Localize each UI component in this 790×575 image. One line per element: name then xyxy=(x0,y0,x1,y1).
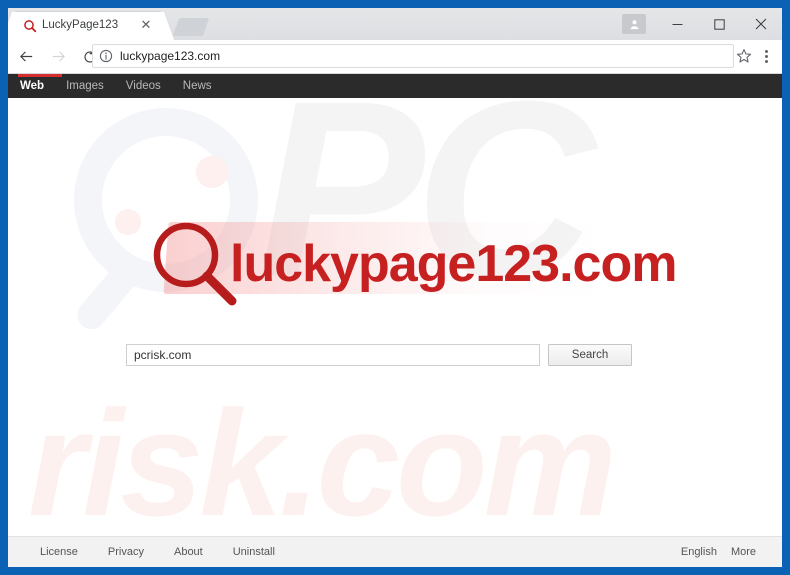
minimize-button[interactable] xyxy=(656,8,698,40)
footer-link-license[interactable]: License xyxy=(40,546,78,558)
profile-icon[interactable] xyxy=(622,14,646,34)
footer-right-links: English More xyxy=(667,546,782,558)
forward-arrow-icon xyxy=(44,43,72,71)
back-arrow-icon[interactable] xyxy=(12,43,40,71)
footer-link-privacy[interactable]: Privacy xyxy=(108,546,144,558)
nav-item-web[interactable]: Web xyxy=(20,74,44,98)
watermark-risk-text: risk.com xyxy=(28,379,617,547)
nav-item-videos[interactable]: Videos xyxy=(126,74,161,98)
page-content: Web Images Videos News PC risk.com lucky… xyxy=(8,74,782,567)
tab-close-icon[interactable]: ✕ xyxy=(139,18,153,32)
window-controls xyxy=(622,8,782,40)
browser-window-frame: LuckyPage123 ✕ luckypage123.com Web Imag… xyxy=(0,0,790,575)
info-circle-icon[interactable] xyxy=(99,49,113,63)
three-dot-menu-icon[interactable] xyxy=(756,45,776,67)
magnifier-icon xyxy=(148,217,240,309)
tab-strip: LuckyPage123 ✕ xyxy=(8,8,782,40)
menu-dot xyxy=(764,54,768,58)
footer-left-links: License Privacy About Uninstall xyxy=(8,546,305,558)
search-input[interactable] xyxy=(126,344,540,366)
menu-dot xyxy=(764,59,768,63)
footer-link-about[interactable]: About xyxy=(174,546,203,558)
maximize-button[interactable] xyxy=(698,8,740,40)
browser-window: LuckyPage123 ✕ luckypage123.com Web Imag… xyxy=(8,8,782,567)
search-form: Search xyxy=(126,344,632,366)
nav-accent-bar xyxy=(18,74,62,77)
footer-link-more[interactable]: More xyxy=(731,546,756,558)
tab-title: LuckyPage123 xyxy=(42,19,119,31)
browser-toolbar: luckypage123.com xyxy=(8,40,782,74)
close-button[interactable] xyxy=(740,8,782,40)
site-footer: License Privacy About Uninstall English … xyxy=(8,536,782,567)
footer-link-english[interactable]: English xyxy=(681,546,717,558)
site-navigation-bar: Web Images Videos News xyxy=(8,74,782,98)
site-logo-text: luckypage123.com xyxy=(230,235,677,293)
address-bar[interactable]: luckypage123.com xyxy=(92,44,734,68)
footer-link-uninstall[interactable]: Uninstall xyxy=(233,546,275,558)
search-button[interactable]: Search xyxy=(548,344,632,366)
nav-item-images[interactable]: Images xyxy=(66,74,104,98)
browser-tab[interactable]: LuckyPage123 ✕ xyxy=(14,12,162,40)
menu-dot xyxy=(764,49,768,53)
magnifier-icon xyxy=(23,19,37,33)
nav-item-news[interactable]: News xyxy=(183,74,212,98)
star-icon[interactable] xyxy=(736,48,752,64)
new-tab-button[interactable] xyxy=(172,18,210,36)
url-text: luckypage123.com xyxy=(120,49,221,63)
site-logo: luckypage123.com xyxy=(8,74,782,324)
